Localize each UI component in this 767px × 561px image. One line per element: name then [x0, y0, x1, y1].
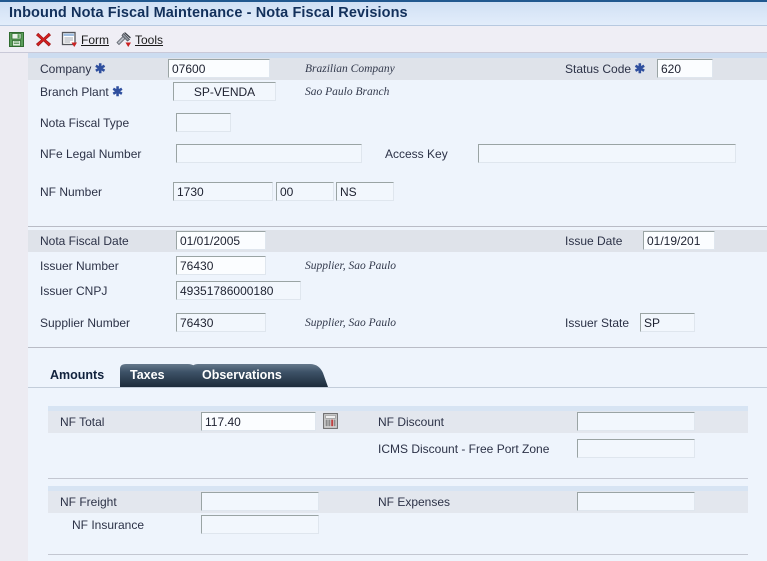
row-issuer-number: Issuer Number 76430 Supplier, Sao Paulo — [28, 255, 767, 277]
access-key-input[interactable] — [478, 144, 736, 163]
left-gutter — [0, 53, 28, 561]
branch-plant-input[interactable]: SP-VENDA — [173, 82, 276, 101]
issuer-cnpj-label: Issuer CNPJ — [40, 284, 108, 298]
issuer-section: Nota Fiscal Date 01/01/2005 Issue Date 0… — [28, 230, 767, 348]
supplier-number-label: Supplier Number — [40, 316, 131, 330]
row-nf-freight: NF Freight NF Expenses — [48, 491, 748, 513]
section-divider — [28, 347, 767, 348]
header-section: Company ✱ 07600 Brazilian Company Status… — [28, 53, 767, 223]
branch-plant-description: Sao Paulo Branch — [305, 86, 390, 98]
tab-observations[interactable]: Observations — [186, 363, 328, 387]
nf-total-input[interactable]: 117.40 — [201, 412, 316, 431]
required-asterisk: ✱ — [112, 84, 123, 99]
calculator-icon — [323, 413, 338, 429]
nota-fiscal-date-input[interactable]: 01/01/2005 — [176, 231, 266, 250]
company-description: Brazilian Company — [305, 63, 395, 75]
issue-date-input[interactable]: 01/19/201 — [643, 231, 715, 250]
nf-doc-type-input[interactable]: NS — [336, 182, 394, 201]
branch-plant-label: Branch Plant ✱ — [40, 81, 123, 103]
floppy-disk-icon — [9, 32, 24, 47]
company-input[interactable]: 07600 — [168, 59, 270, 78]
subsection-divider — [48, 554, 748, 555]
issuer-number-description: Supplier, Sao Paulo — [305, 260, 397, 272]
save-button[interactable] — [5, 26, 28, 53]
form-menu-button[interactable]: Form — [58, 26, 112, 53]
tab-observations-label: Observations — [202, 368, 282, 382]
section-divider — [28, 226, 767, 227]
icms-discount-label: ICMS Discount - Free Port Zone — [378, 442, 550, 456]
nf-insurance-input[interactable] — [201, 515, 319, 534]
nf-insurance-label: NF Insurance — [72, 518, 145, 532]
nf-number-input[interactable]: 1730 — [173, 182, 273, 201]
toolbar: Form Tools — [0, 26, 767, 53]
issuer-cnpj-input[interactable]: 49351786000180 — [176, 281, 301, 300]
row-nf-total: NF Total 117.40 NF Discount — [48, 411, 748, 433]
icms-discount-input[interactable] — [577, 439, 695, 458]
subsection-divider — [48, 478, 748, 479]
status-code-label-text: Status Code — [565, 62, 632, 76]
nf-freight-label: NF Freight — [60, 495, 117, 509]
access-key-label: Access Key — [385, 147, 448, 161]
nfe-legal-number-input[interactable] — [176, 144, 362, 163]
tab-taxes-label: Taxes — [130, 368, 165, 382]
company-label-text: Company — [40, 62, 92, 76]
nf-expenses-input[interactable] — [577, 492, 695, 511]
form-window-icon — [61, 31, 77, 47]
row-nota-fiscal-date: Nota Fiscal Date 01/01/2005 Issue Date 0… — [28, 230, 767, 252]
window-title-bar: Inbound Nota Fiscal Maintenance - Nota F… — [0, 0, 767, 26]
row-issuer-cnpj: Issuer CNPJ 49351786000180 — [28, 280, 767, 302]
nf-discount-input[interactable] — [577, 412, 695, 431]
issue-date-label: Issue Date — [565, 234, 623, 248]
nf-series-input[interactable]: 00 — [276, 182, 334, 201]
issuer-state-label: Issuer State — [565, 316, 630, 330]
row-nf-number: NF Number 1730 00 NS — [28, 181, 767, 203]
required-asterisk: ✱ — [94, 61, 106, 76]
supplier-number-description: Supplier, Sao Paulo — [305, 317, 397, 329]
nota-fiscal-type-label: Nota Fiscal Type — [40, 116, 130, 130]
company-label: Company ✱ — [40, 58, 106, 80]
amounts-subsection-totals: NF Total 117.40 NF Discount ICMS Discoun… — [48, 406, 748, 468]
nf-discount-label: NF Discount — [378, 415, 445, 429]
nf-number-label: NF Number — [40, 185, 103, 199]
branch-plant-label-text: Branch Plant — [40, 85, 109, 99]
supplier-number-input[interactable]: 76430 — [176, 313, 266, 332]
delete-button[interactable] — [32, 26, 55, 53]
page-title: Inbound Nota Fiscal Maintenance - Nota F… — [9, 5, 408, 21]
row-branch-plant: Branch Plant ✱ SP-VENDA Sao Paulo Branch — [28, 81, 767, 103]
amounts-panel: NF Total 117.40 NF Discount ICMS Discoun… — [28, 387, 767, 561]
row-nfe-legal-number: NFe Legal Number Access Key — [28, 143, 767, 165]
row-supplier-number: Supplier Number 76430 Supplier, Sao Paul… — [28, 312, 767, 334]
row-nf-insurance: NF Insurance — [48, 514, 748, 536]
issuer-state-input[interactable]: SP — [640, 313, 695, 332]
tools-menu-button[interactable]: Tools — [112, 26, 166, 53]
tab-strip: Amounts Taxes Observations — [28, 363, 767, 387]
nf-total-label: NF Total — [60, 415, 105, 429]
application-window: Inbound Nota Fiscal Maintenance - Nota F… — [0, 0, 767, 561]
issuer-number-input[interactable]: 76430 — [176, 256, 266, 275]
nota-fiscal-date-label: Nota Fiscal Date — [40, 234, 129, 248]
red-x-icon — [36, 32, 51, 47]
issuer-number-label: Issuer Number — [40, 259, 119, 273]
nf-freight-input[interactable] — [201, 492, 319, 511]
row-nota-fiscal-type: Nota Fiscal Type — [28, 112, 767, 134]
nf-expenses-label: NF Expenses — [378, 495, 451, 509]
row-icms-discount: ICMS Discount - Free Port Zone — [48, 438, 748, 460]
tools-hammer-icon — [116, 32, 131, 47]
status-code-input[interactable]: 620 — [657, 59, 713, 78]
status-code-label: Status Code ✱ — [565, 58, 645, 80]
amounts-subsection-freight: NF Freight NF Expenses NF Insurance — [48, 486, 748, 546]
tools-menu-label: Tools — [135, 32, 164, 47]
nfe-legal-number-label: NFe Legal Number — [40, 147, 142, 161]
row-company: Company ✱ 07600 Brazilian Company Status… — [28, 58, 767, 80]
form-body: Company ✱ 07600 Brazilian Company Status… — [28, 53, 767, 561]
nota-fiscal-type-input[interactable] — [176, 113, 231, 132]
nf-total-calculator-button[interactable] — [323, 413, 338, 429]
required-asterisk: ✱ — [634, 61, 646, 76]
form-menu-label: Form — [81, 32, 109, 47]
tab-amounts-label: Amounts — [50, 368, 105, 382]
